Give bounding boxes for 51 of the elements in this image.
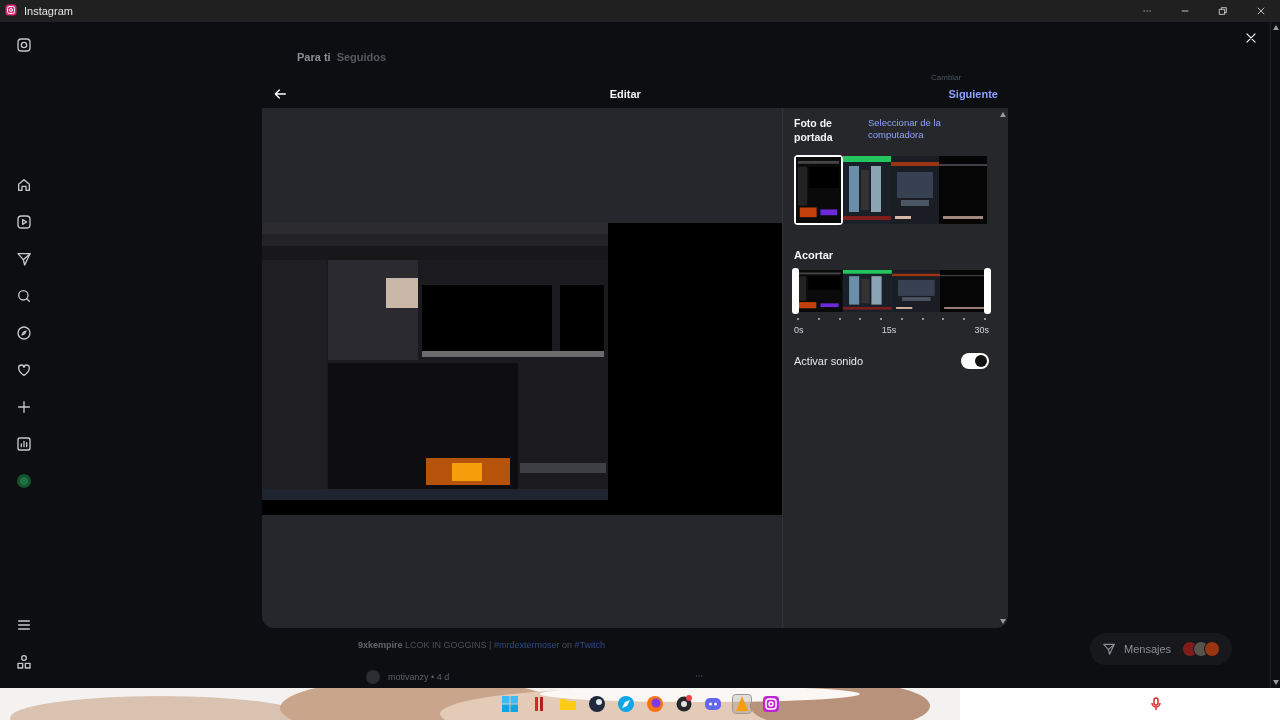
record-circle-icon[interactable] (674, 695, 693, 713)
back-button[interactable] (272, 86, 288, 102)
section-title: Acortar (794, 249, 835, 262)
close-button[interactable] (1244, 31, 1258, 45)
time-tick: 30s (974, 325, 989, 336)
close-icon[interactable] (1256, 6, 1266, 16)
microphone-icon[interactable] (1150, 697, 1162, 711)
send-icon[interactable] (16, 250, 32, 267)
start-icon[interactable] (500, 695, 519, 713)
globe-icon[interactable] (645, 695, 664, 713)
hashtag-link[interactable]: #mrdextermoser (493, 640, 560, 650)
select-from-computer-link[interactable]: Seleccionar de la computadora (868, 117, 964, 141)
sound-toggle[interactable] (961, 353, 989, 370)
compass-icon[interactable] (16, 324, 32, 341)
modal-title: Editar (608, 88, 642, 100)
cover-frame[interactable] (794, 155, 843, 226)
post-caption: 9xkempire LCOK IN GOGGINS | #mrdextermoser on #Twitch (358, 640, 605, 650)
time-tick: 15s (881, 325, 897, 336)
search-icon[interactable] (16, 287, 32, 304)
heart-icon[interactable] (16, 361, 32, 378)
reels-icon[interactable] (16, 213, 32, 230)
author-link[interactable]: 9xkempire (358, 640, 403, 650)
home-icon[interactable] (16, 176, 32, 193)
dark-disc-icon[interactable] (587, 695, 606, 713)
restore-icon[interactable] (1218, 6, 1228, 16)
hashtag-link[interactable]: #Twitch (574, 640, 605, 650)
next-button[interactable]: Siguiente (948, 88, 998, 100)
trim-handle[interactable] (792, 268, 799, 315)
chart-icon[interactable] (16, 435, 32, 452)
plus-icon[interactable] (16, 398, 32, 415)
camera-icon (5, 4, 17, 16)
messages-button[interactable]: Mensajes (1090, 633, 1232, 665)
feed-tab[interactable]: Seguidos (336, 51, 387, 63)
change-link[interactable]: Cambiar (931, 73, 1270, 82)
camera-icon[interactable] (16, 37, 32, 53)
post-author[interactable]: motivanzy • 4 d (388, 672, 450, 682)
scroll-up-icon[interactable] (1272, 25, 1279, 30)
scroll-up-icon[interactable] (1000, 112, 1006, 117)
profile-avatar[interactable] (16, 472, 32, 489)
time-tick: 0s (794, 325, 804, 336)
section-title: Foto de portada (794, 117, 834, 145)
cover-frame[interactable] (939, 156, 987, 225)
sound-label: Activar sonido (794, 355, 864, 368)
send-icon (1102, 642, 1116, 656)
scroll-down-icon[interactable] (1000, 619, 1006, 624)
trim-handle[interactable] (984, 268, 991, 315)
cover-frame[interactable] (843, 156, 891, 225)
window-title: Instagram (24, 5, 74, 17)
feed-tab[interactable]: Para ti (297, 51, 331, 63)
scroll-down-icon[interactable] (1272, 680, 1279, 685)
shapes-icon[interactable] (16, 653, 32, 670)
